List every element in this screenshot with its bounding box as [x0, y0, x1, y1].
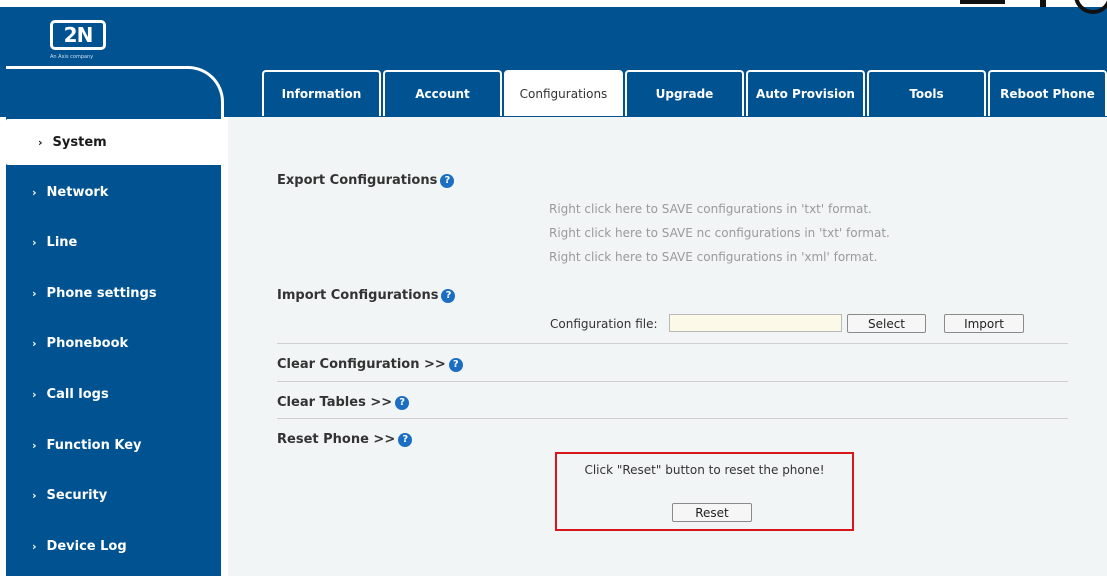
brand-logo: 2N: [50, 20, 106, 50]
tab-label: Reboot Phone: [1000, 87, 1095, 101]
tab-configurations[interactable]: Configurations: [504, 70, 623, 116]
sidebar-item-device-log[interactable]: › Device Log: [6, 523, 221, 569]
tab-label: Configurations: [519, 87, 608, 101]
section-title-label: Import Configurations: [277, 288, 439, 303]
configuration-file-label: Configuration file:: [550, 317, 658, 331]
tab-reboot-phone[interactable]: Reboot Phone: [988, 70, 1107, 116]
sidebar-item-line[interactable]: › Line: [6, 219, 221, 265]
chevron-right-icon: ›: [32, 336, 37, 350]
sidebar-item-network[interactable]: › Network: [6, 169, 221, 215]
help-icon[interactable]: ?: [440, 173, 455, 188]
sidebar-item-phone-settings[interactable]: › Phone settings: [6, 270, 221, 316]
chevron-right-icon: ›: [32, 387, 37, 401]
section-title-label: Reset Phone >>: [277, 432, 396, 447]
divider: [277, 381, 1068, 382]
help-icon[interactable]: ?: [398, 432, 413, 447]
sidebar-item-label: Security: [46, 487, 108, 503]
section-title-label: Clear Tables >>: [277, 395, 393, 410]
tab-account[interactable]: Account: [383, 70, 502, 116]
chevron-right-icon: ›: [32, 438, 37, 452]
clear-tables-title[interactable]: Clear Tables >> ?: [277, 395, 410, 410]
tab-label: Upgrade: [655, 87, 714, 101]
sidebar-item-system[interactable]: › System: [6, 119, 221, 165]
cropped-artifact: [960, 0, 1005, 4]
chevron-right-icon: ›: [32, 286, 37, 300]
sidebar-item-label: Function Key: [46, 437, 142, 453]
cropped-artifact: [1040, 0, 1046, 7]
tab-upgrade[interactable]: Upgrade: [625, 70, 744, 116]
import-button[interactable]: Import: [944, 314, 1024, 333]
configuration-file-field[interactable]: [669, 314, 842, 332]
sidebar: › System › Network › Line › Phone settin…: [6, 117, 221, 576]
divider: [277, 343, 1068, 344]
section-title-label: Export Configurations: [277, 173, 438, 188]
reset-phone-title[interactable]: Reset Phone >> ?: [277, 432, 413, 447]
tab-tools[interactable]: Tools: [867, 70, 986, 116]
chevron-right-icon: ›: [32, 235, 37, 249]
chevron-right-icon: ›: [32, 185, 37, 199]
clear-configuration-title[interactable]: Clear Configuration >> ?: [277, 357, 463, 372]
help-icon[interactable]: ?: [441, 288, 456, 303]
tab-label: Information: [281, 87, 362, 101]
tab-label: Tools: [909, 87, 944, 101]
tab-information[interactable]: Information: [262, 70, 381, 116]
sidebar-item-label: Call logs: [46, 386, 109, 402]
section-title-label: Clear Configuration >>: [277, 357, 446, 372]
sidebar-item-phonebook[interactable]: › Phonebook: [6, 320, 221, 366]
sidebar-item-call-logs[interactable]: › Call logs: [6, 371, 221, 417]
reset-button[interactable]: Reset: [672, 503, 752, 522]
tab-auto-provision[interactable]: Auto Provision: [746, 70, 865, 116]
brand-tagline: An Axis company: [50, 54, 94, 60]
divider: [277, 418, 1068, 419]
import-configurations-title: Import Configurations ?: [277, 288, 456, 303]
sidebar-item-function-key[interactable]: › Function Key: [6, 422, 221, 468]
main-content: Export Configurations ? Right click here…: [228, 117, 1107, 576]
tab-label: Auto Provision: [756, 87, 855, 101]
export-nc-txt-link[interactable]: Right click here to SAVE nc configuratio…: [549, 226, 890, 240]
chevron-right-icon: ›: [38, 135, 43, 149]
export-xml-link[interactable]: Right click here to SAVE configurations …: [549, 250, 877, 264]
select-button[interactable]: Select: [847, 314, 926, 333]
reset-message: Click "Reset" button to reset the phone!: [584, 463, 825, 477]
export-txt-link[interactable]: Right click here to SAVE configurations …: [549, 202, 872, 216]
sidebar-item-label: Phonebook: [46, 335, 129, 351]
sidebar-item-label: Line: [46, 234, 78, 250]
sidebar-header: [6, 66, 224, 118]
reset-highlight-box: Click "Reset" button to reset the phone!…: [555, 452, 854, 531]
export-configurations-title: Export Configurations ?: [277, 173, 455, 188]
sidebar-item-security[interactable]: › Security: [6, 472, 221, 518]
chevron-right-icon: ›: [32, 539, 37, 553]
sidebar-item-label: Network: [46, 184, 109, 200]
sidebar-item-label: Phone settings: [46, 285, 157, 301]
sidebar-item-label: System: [52, 134, 107, 150]
help-icon[interactable]: ?: [448, 357, 463, 372]
chevron-right-icon: ›: [32, 488, 37, 502]
sidebar-item-label: Device Log: [46, 538, 127, 554]
tab-label: Account: [415, 87, 470, 101]
help-icon[interactable]: ?: [395, 395, 410, 410]
